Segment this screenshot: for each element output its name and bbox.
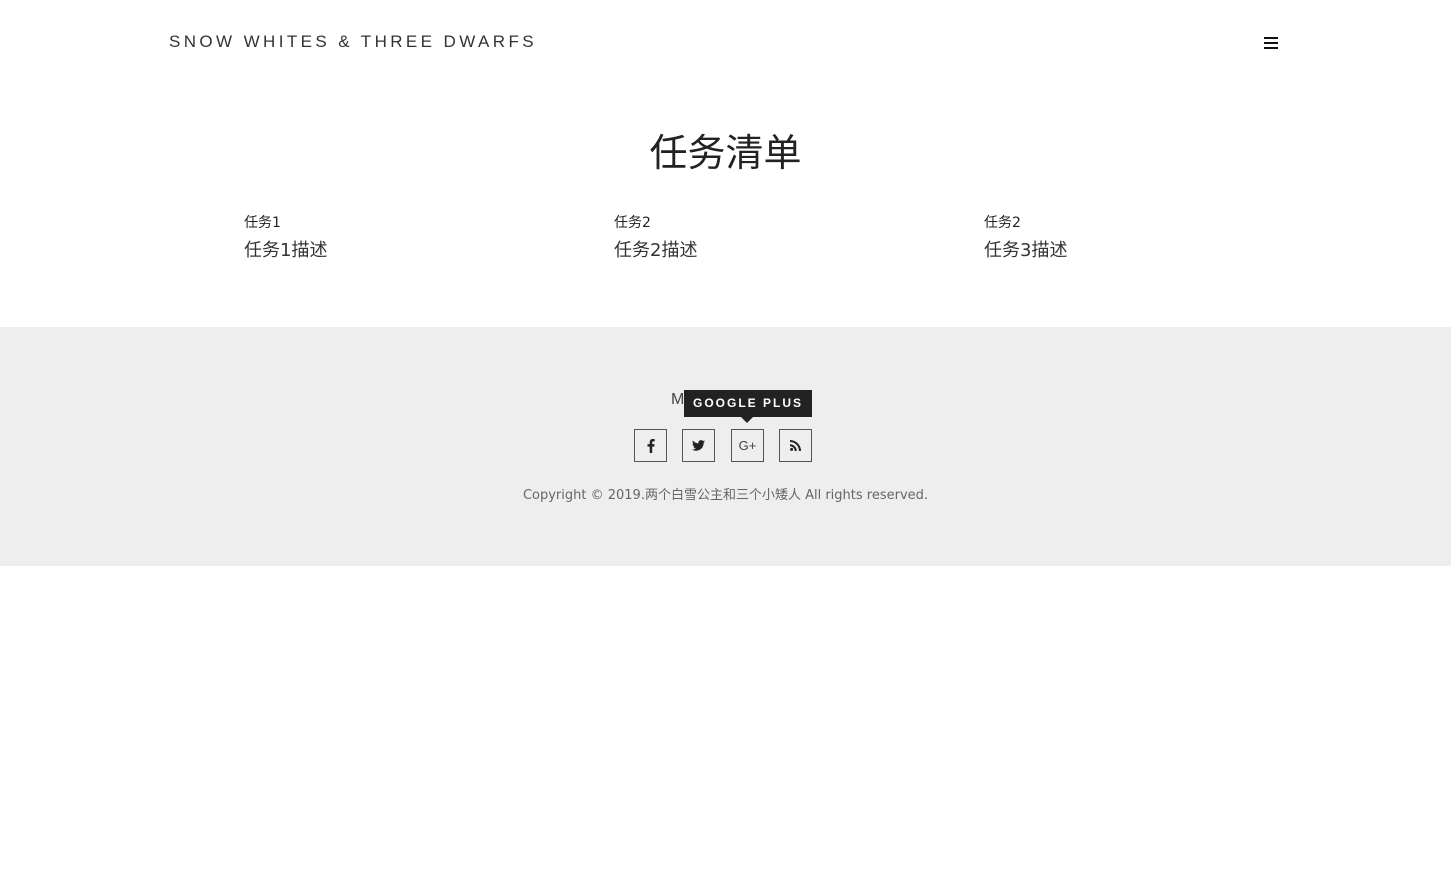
- site-brand[interactable]: SNOW WHITES & THREE DWARFS: [169, 32, 537, 52]
- page-title: 任务清单: [649, 131, 802, 175]
- task-name[interactable]: 任务2: [614, 214, 914, 232]
- task-description: 任务3描述: [984, 240, 1068, 261]
- task-description: 任务2描述: [614, 240, 698, 261]
- task-card: 任务2 任务2描述: [614, 214, 914, 262]
- copyright-text: Copyright © 2019.两个白雪公主和三个小矮人 All rights…: [522, 488, 929, 503]
- hamburger-menu-icon[interactable]: [1264, 37, 1278, 50]
- facebook-button[interactable]: [634, 429, 667, 462]
- task-description: 任务1描述: [244, 240, 328, 261]
- google-plus-icon: G+: [738, 438, 757, 453]
- twitter-button[interactable]: [682, 429, 715, 462]
- rss-button[interactable]: [779, 429, 812, 462]
- rss-icon: [790, 440, 801, 451]
- footer-partial-text: M: [671, 391, 685, 408]
- task-name[interactable]: 任务1: [244, 214, 544, 232]
- twitter-icon: [692, 440, 705, 451]
- task-card: 任务1 任务1描述: [244, 214, 544, 262]
- facebook-icon: [647, 438, 655, 453]
- site-footer: M GOOGLE PLUS G+ Copyright © 2019.两个白雪公主…: [0, 327, 1451, 566]
- site-header: SNOW WHITES & THREE DWARFS: [0, 0, 1451, 88]
- task-card: 任务2 任务3描述: [984, 214, 1284, 262]
- social-tooltip: GOOGLE PLUS: [684, 390, 812, 417]
- google-plus-button[interactable]: G+: [731, 429, 764, 462]
- tooltip-arrow: [741, 417, 753, 423]
- task-name[interactable]: 任务2: [984, 214, 1284, 232]
